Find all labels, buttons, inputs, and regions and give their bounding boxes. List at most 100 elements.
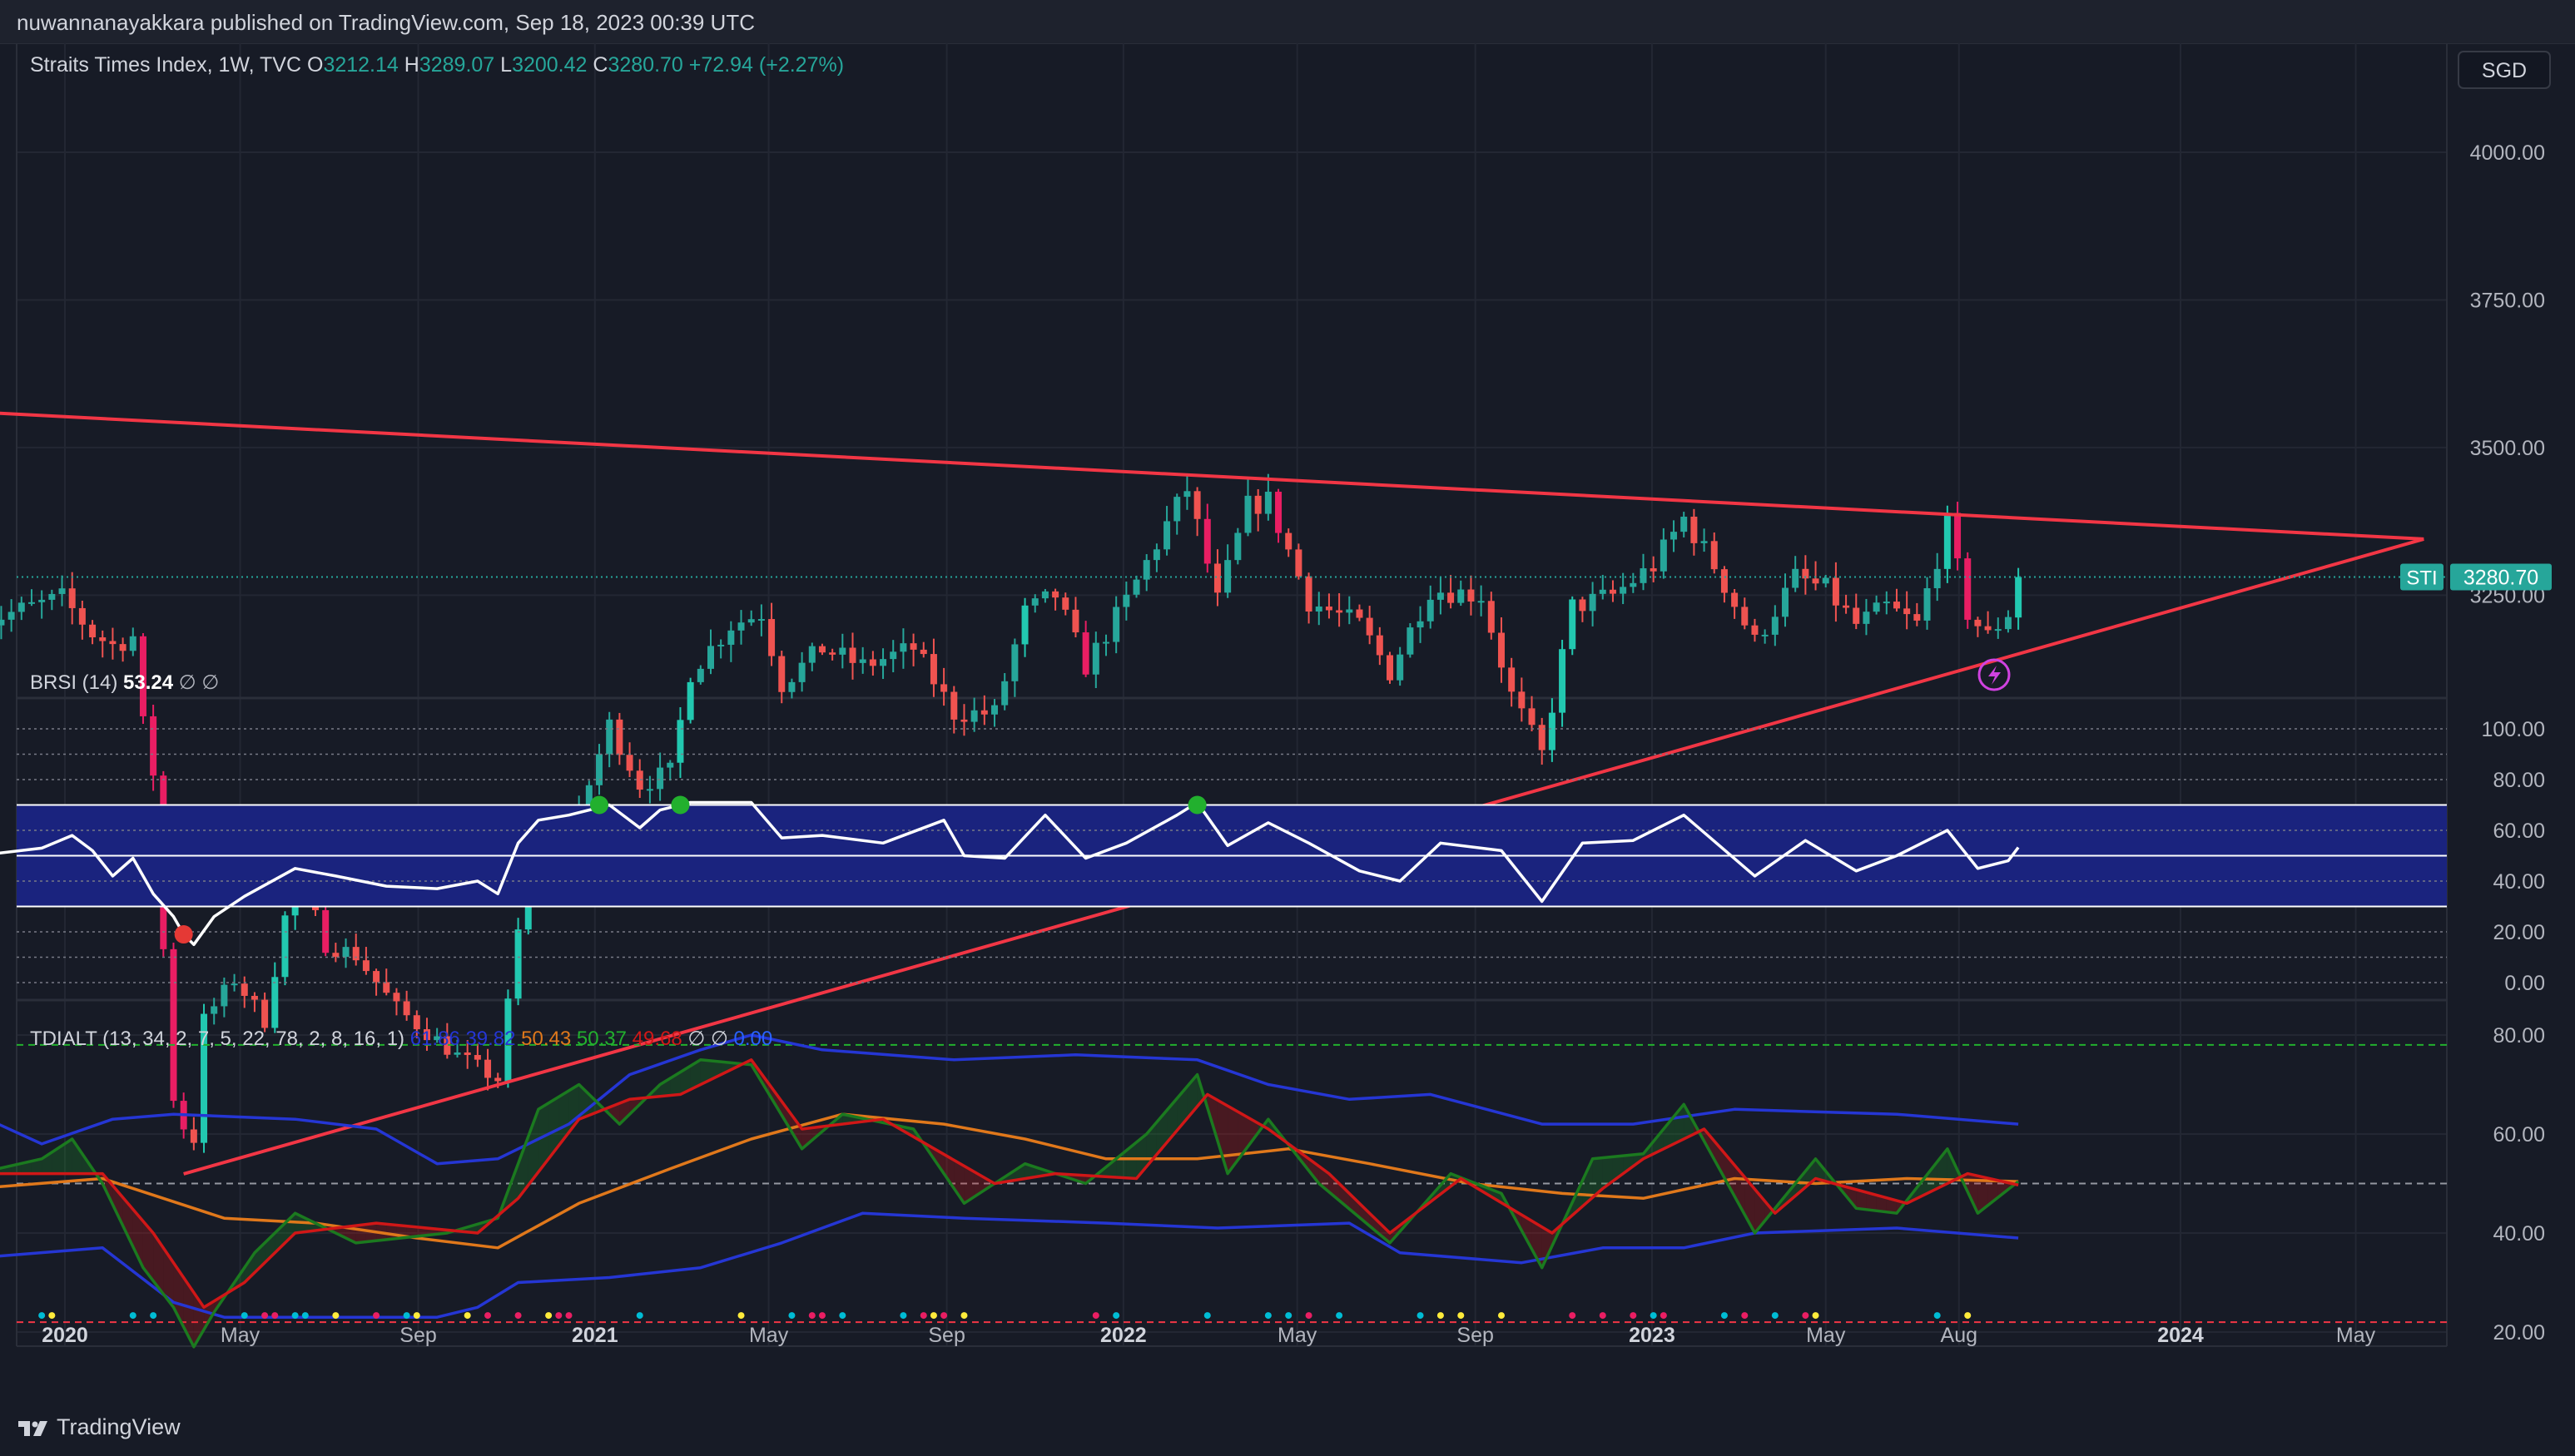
tdi-signal-dot	[1802, 1312, 1809, 1320]
tradingview-logo[interactable]: TradingView	[17, 1414, 181, 1440]
candle-body	[342, 947, 350, 958]
tdi-signal-dot	[1285, 1312, 1292, 1320]
candle-body	[687, 681, 694, 721]
candle-body	[48, 593, 56, 600]
ohlc-label: C	[593, 53, 608, 77]
candle-body	[1072, 609, 1079, 633]
candle-body	[1416, 621, 1424, 628]
candle-body	[677, 720, 684, 763]
candle-body	[737, 622, 745, 631]
candle-body	[829, 652, 836, 655]
candle-body	[362, 960, 370, 972]
candle-body	[778, 656, 786, 692]
time-axis-label: May	[749, 1324, 789, 1347]
candle-body	[1893, 602, 1900, 609]
candle-body	[231, 983, 238, 986]
tdi-legend-value: 50.37	[577, 1028, 633, 1050]
candle-body	[89, 624, 97, 638]
tdi-signal-dot	[1264, 1312, 1272, 1320]
candle-body	[900, 643, 907, 652]
symbol-title: Straits Times Index, 1W, TVC	[30, 53, 307, 77]
candle-body	[38, 599, 46, 602]
candle-body	[514, 929, 522, 999]
time-axis-label: 2022	[1100, 1324, 1147, 1347]
time-axis-label: Sep	[928, 1324, 965, 1347]
tdi-signal-dot	[1964, 1312, 1972, 1320]
candle-body	[1487, 601, 1495, 633]
candle-body	[1883, 602, 1890, 604]
tdi-legend-title: TDIALT (13, 34, 2, 7, 5, 22, 78, 2, 8, 1…	[30, 1028, 410, 1050]
candle-body	[1630, 582, 1637, 587]
tdi-signal-dot	[900, 1312, 907, 1320]
price-axis-label: 3750.00	[2470, 289, 2545, 312]
rsi-legend-extra: ∅	[179, 671, 202, 694]
tdi-legend: TDIALT (13, 34, 2, 7, 5, 22, 78, 2, 8, 1…	[30, 1028, 772, 1050]
tdi-signal-dot	[737, 1312, 745, 1320]
candle-body	[960, 719, 968, 722]
tdi-cloud	[0, 1059, 2019, 1347]
rsi-signal-dot	[590, 795, 609, 815]
candle-body	[383, 982, 390, 993]
candle-body	[1650, 568, 1657, 572]
candle-body	[7, 612, 15, 620]
tdi-signal-dot	[38, 1312, 46, 1320]
candle-body	[1041, 591, 1049, 599]
candle-body	[211, 1006, 218, 1014]
candle-body	[190, 1129, 197, 1143]
rsi-legend-value: 53.24	[123, 671, 179, 694]
tdi-signal-dot	[1336, 1312, 1343, 1320]
time-axis-label: Aug	[1941, 1324, 1977, 1347]
candle-body	[1426, 599, 1434, 622]
candle-body	[1497, 632, 1505, 668]
candle-body	[1234, 532, 1242, 561]
candle-body	[1863, 612, 1870, 624]
ticker-tag-label: STI	[2406, 567, 2437, 590]
tdi-signal-dot	[920, 1312, 927, 1320]
rsi-axis-label: 0.00	[2504, 972, 2545, 995]
candle-body	[2004, 617, 2012, 630]
candle-body	[1295, 549, 1302, 577]
candle-body	[1599, 589, 1606, 594]
tradingview-logo-icon	[18, 1420, 47, 1436]
tdi-signal-dot	[484, 1312, 492, 1320]
rsi-axis-label: 20.00	[2493, 921, 2545, 944]
candle-body	[1923, 587, 1931, 621]
time-axis-label: May	[1278, 1324, 1317, 1347]
candle-body	[1609, 589, 1616, 594]
candle-body	[1984, 626, 1992, 631]
candle-body	[940, 684, 948, 692]
tdi-signal-dot	[261, 1312, 269, 1320]
candle-body	[1741, 607, 1749, 626]
tdi-signal-dot	[150, 1312, 157, 1320]
candle-body	[1508, 667, 1516, 692]
candle-body	[1062, 597, 1069, 610]
candle-body	[849, 647, 856, 663]
candle-body	[251, 995, 258, 1000]
tdi-signal-dot	[403, 1312, 410, 1320]
tdi-signal-dot	[1436, 1312, 1444, 1320]
candle-body	[920, 649, 927, 655]
rsi-signal-dot	[174, 925, 193, 944]
tdi-signal-dot	[1092, 1312, 1099, 1320]
candle-body	[1407, 627, 1414, 655]
candle-body	[1518, 691, 1526, 709]
tdi-legend-value: 61.86	[410, 1028, 466, 1050]
candle-body	[332, 953, 340, 958]
ohlc-label: L	[500, 53, 512, 77]
candle-body	[1710, 541, 1718, 570]
chart-canvas[interactable]: 3250.003500.003750.004000.00STI 3280.70SG…	[0, 43, 2575, 1404]
tdi-axis-label: 80.00	[2493, 1024, 2545, 1047]
candle-body	[596, 754, 603, 785]
candle-body	[798, 662, 806, 682]
tdi-signal-dot	[1599, 1312, 1606, 1320]
tdi-signal-dot	[1113, 1312, 1120, 1320]
candle-body	[2015, 577, 2022, 618]
candle-body	[99, 637, 107, 641]
candle-body	[1964, 558, 1972, 620]
candle-body	[241, 983, 248, 996]
candle-body	[1315, 606, 1322, 612]
currency-button-label: SGD	[2482, 59, 2527, 82]
tdi-signal-dot	[301, 1312, 309, 1320]
resistance-trendline[interactable]	[0, 411, 2424, 541]
candle-body	[1832, 577, 1839, 606]
